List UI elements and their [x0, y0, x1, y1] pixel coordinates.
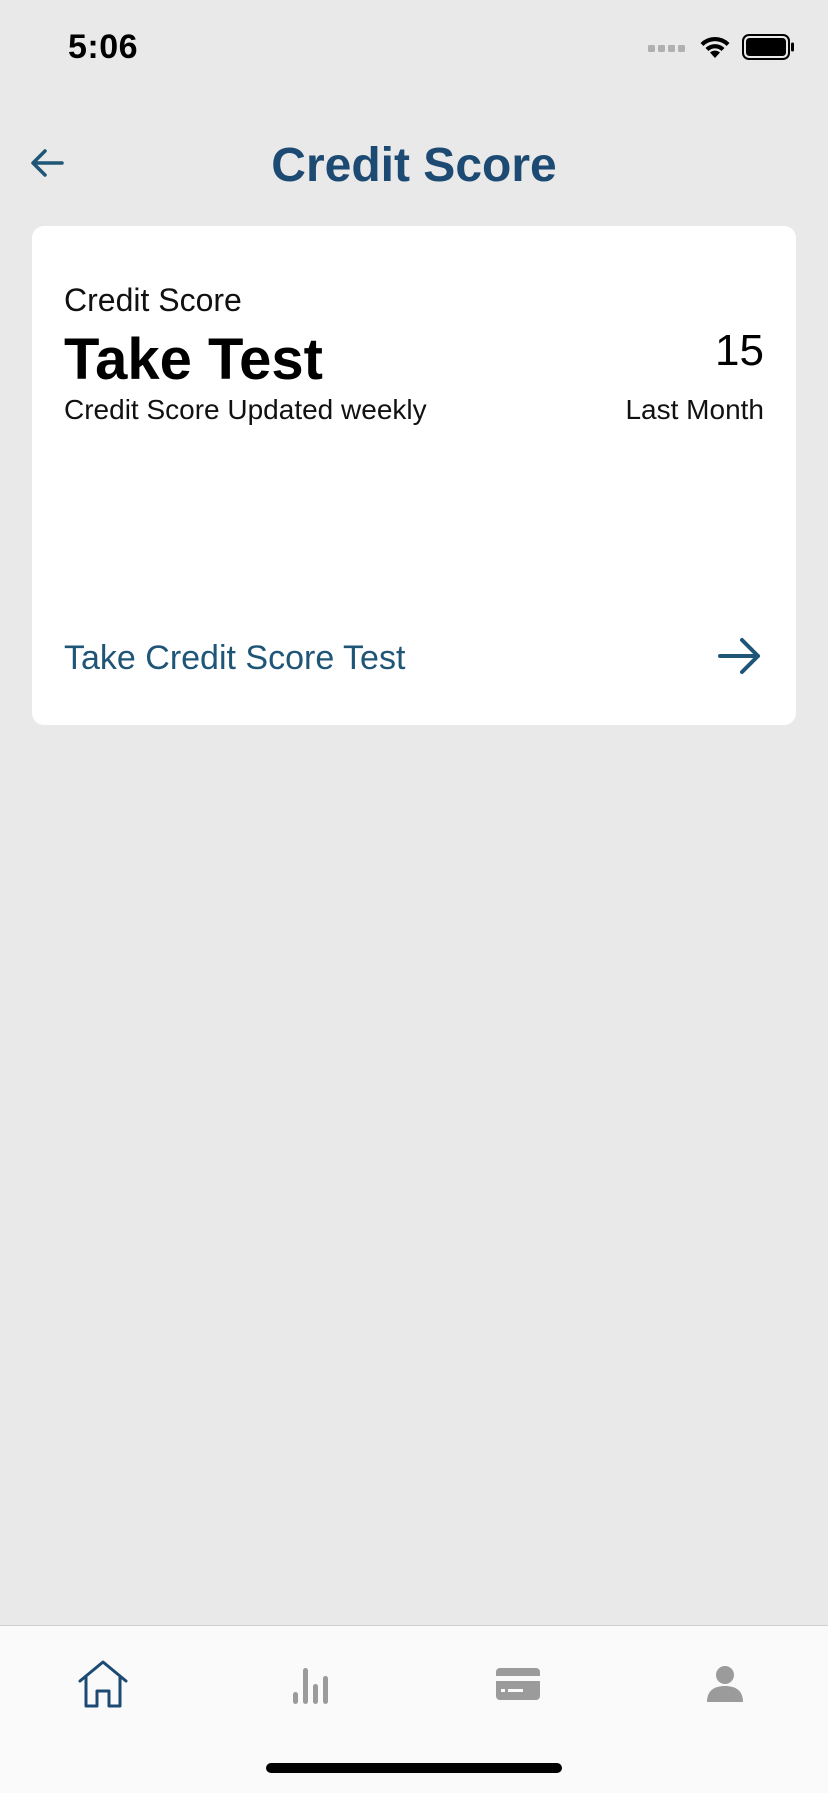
nav-header: Credit Score	[0, 110, 828, 220]
profile-icon	[705, 1664, 745, 1709]
card-main-text: Take Test	[64, 327, 323, 392]
score-value: 15	[715, 326, 764, 375]
status-time: 5:06	[68, 28, 139, 66]
link-label: Take Credit Score Test	[64, 638, 406, 677]
take-credit-score-test-link[interactable]: Take Credit Score Test	[64, 630, 764, 686]
bar-chart-icon	[291, 1662, 331, 1711]
card-subtitle: Credit Score Updated weekly	[64, 394, 427, 425]
status-bar: 5:06	[0, 0, 828, 100]
credit-score-card: Credit Score Take Test Credit Score Upda…	[32, 226, 796, 725]
battery-icon	[742, 34, 796, 65]
page-title: Credit Score	[271, 139, 557, 192]
tab-stats[interactable]	[276, 1654, 346, 1718]
cellular-signal-icon	[648, 40, 688, 59]
wifi-icon	[698, 34, 732, 65]
credit-card-icon	[495, 1667, 541, 1706]
tab-cards[interactable]	[483, 1654, 553, 1718]
score-value-caption: Last Month	[625, 394, 764, 425]
tab-profile[interactable]	[690, 1654, 760, 1718]
home-icon	[76, 1659, 130, 1714]
arrow-right-icon	[716, 636, 764, 681]
card-label: Credit Score	[64, 282, 242, 318]
status-icons	[648, 34, 796, 65]
home-indicator	[266, 1763, 562, 1773]
tab-home[interactable]	[68, 1654, 138, 1718]
